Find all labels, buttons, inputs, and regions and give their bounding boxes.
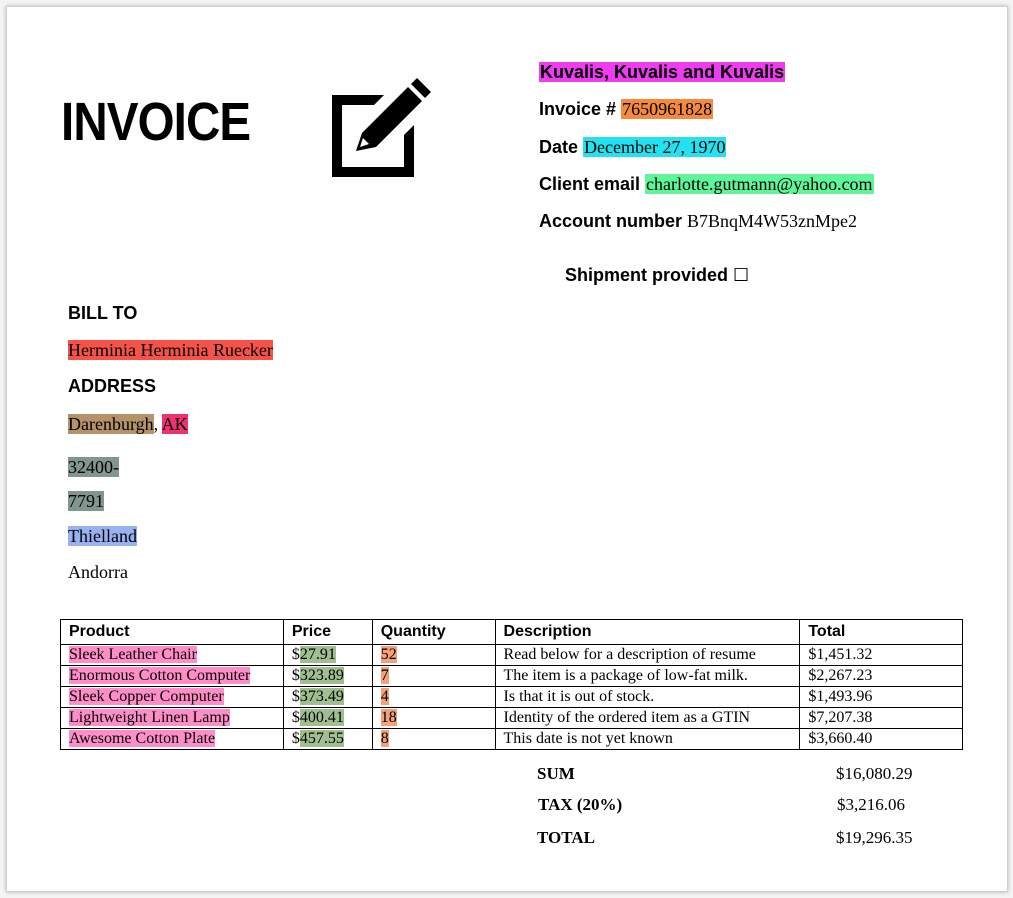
invoice-title: INVOICE bbox=[61, 92, 251, 152]
table-row: Lightweight Linen Lamp $400.41 18 Identi… bbox=[60, 707, 963, 729]
cell-description: Is that it is out of stock. bbox=[494, 686, 801, 708]
address-region: Thielland bbox=[68, 526, 137, 546]
cell-total: $7,207.38 bbox=[799, 707, 963, 729]
cell-total: $2,267.23 bbox=[799, 665, 963, 687]
client-name: Herminia Herminia Ruecker bbox=[68, 340, 273, 360]
invoice-page: INVOICE Kuvalis, Kuvalis and Kuvalis Inv… bbox=[6, 6, 1008, 892]
cell-description: The item is a package of low-fat milk. bbox=[494, 665, 801, 687]
cell-quantity: 4 bbox=[371, 686, 496, 708]
invoice-number-label: Invoice # bbox=[539, 99, 617, 119]
address-country: Andorra bbox=[68, 562, 128, 582]
table-row: Sleek Leather Chair $27.91 52 Read below… bbox=[60, 644, 963, 666]
cell-product: Lightweight Linen Lamp bbox=[60, 707, 284, 729]
cell-price: $373.49 bbox=[282, 686, 373, 708]
table-row: Enormous Cotton Computer $323.89 7 The i… bbox=[60, 665, 963, 687]
edit-icon bbox=[332, 78, 431, 177]
header-total: Total bbox=[799, 619, 963, 645]
cell-product: Sleek Leather Chair bbox=[60, 644, 284, 666]
address-city: Darenburgh bbox=[68, 414, 154, 434]
account-number-value: B7BnqM4W53znMpe2 bbox=[687, 211, 858, 231]
date-label: Date bbox=[539, 137, 579, 157]
client-email-label: Client email bbox=[539, 174, 641, 194]
cell-description: This date is not yet known bbox=[494, 728, 801, 750]
cell-description: Read below for a description of resume bbox=[494, 644, 801, 666]
header-product: Product bbox=[60, 619, 284, 645]
cell-product: Awesome Cotton Plate bbox=[60, 728, 284, 750]
cell-total: $3,660.40 bbox=[799, 728, 963, 750]
client-email-value: charlotte.gutmann@yahoo.com bbox=[645, 174, 874, 194]
header-description: Description bbox=[494, 619, 801, 645]
company-name-line: Kuvalis, Kuvalis and Kuvalis bbox=[539, 62, 786, 83]
address-zip-part2: 7791 bbox=[68, 491, 104, 511]
address-zip-line-2: 7791 bbox=[68, 491, 104, 512]
cell-description: Identity of the ordered item as a GTIN bbox=[494, 707, 801, 729]
client-email-line: Client email charlotte.gutmann@yahoo.com bbox=[539, 174, 874, 195]
shipment-label: Shipment provided bbox=[565, 265, 729, 285]
address-comma: , bbox=[153, 414, 159, 434]
cell-total: $1,451.32 bbox=[799, 644, 963, 666]
sum-label: SUM bbox=[537, 764, 575, 783]
tax-label: TAX (20%) bbox=[538, 795, 623, 814]
total-value: $19,296.35 bbox=[836, 828, 913, 847]
cell-product: Sleek Copper Computer bbox=[60, 686, 284, 708]
account-number-label: Account number bbox=[539, 211, 683, 231]
bill-to-name: Herminia Herminia Ruecker bbox=[68, 340, 273, 361]
sum-value: $16,080.29 bbox=[836, 764, 913, 783]
table-row: Sleek Copper Computer $373.49 4 Is that … bbox=[60, 686, 963, 708]
cell-quantity: 7 bbox=[371, 665, 496, 687]
shipment-checkbox[interactable]: ☐ bbox=[733, 265, 749, 285]
cell-product: Enormous Cotton Computer bbox=[60, 665, 284, 687]
address-zip-line-1: 32400- bbox=[68, 457, 119, 478]
header-quantity: Quantity bbox=[371, 619, 496, 645]
address-region-line: Thielland bbox=[68, 526, 137, 547]
cell-price: $323.89 bbox=[282, 665, 373, 687]
items-table: Product Price Quantity Description Total… bbox=[60, 619, 963, 750]
date-value: December 27, 1970 bbox=[583, 137, 727, 157]
table-row: Awesome Cotton Plate $457.55 8 This date… bbox=[60, 728, 963, 750]
total-label: TOTAL bbox=[537, 828, 595, 847]
company-name: Kuvalis, Kuvalis and Kuvalis bbox=[539, 62, 786, 82]
address-label: ADDRESS bbox=[68, 376, 157, 396]
address-zip-part1: 32400- bbox=[68, 457, 119, 477]
address-state: AK bbox=[161, 414, 188, 434]
table-header-row: Product Price Quantity Description Total bbox=[60, 619, 963, 645]
cell-total: $1,493.96 bbox=[799, 686, 963, 708]
cell-price: $457.55 bbox=[282, 728, 373, 750]
invoice-number-value: 7650961828 bbox=[621, 99, 714, 119]
cell-quantity: 8 bbox=[371, 728, 496, 750]
cell-quantity: 52 bbox=[371, 644, 496, 666]
header-price: Price bbox=[282, 619, 373, 645]
tax-value: $3,216.06 bbox=[837, 795, 905, 814]
bill-to-label: BILL TO bbox=[68, 303, 138, 323]
account-number-line: Account number B7BnqM4W53znMpe2 bbox=[539, 211, 857, 232]
invoice-number-line: Invoice # 7650961828 bbox=[539, 99, 714, 120]
cell-quantity: 18 bbox=[371, 707, 496, 729]
cell-price: $400.41 bbox=[282, 707, 373, 729]
date-line: Date December 27, 1970 bbox=[539, 137, 727, 158]
address-city-line: Darenburgh, AK bbox=[68, 414, 188, 435]
shipment-line: Shipment provided ☐ bbox=[565, 265, 749, 286]
cell-price: $27.91 bbox=[282, 644, 373, 666]
